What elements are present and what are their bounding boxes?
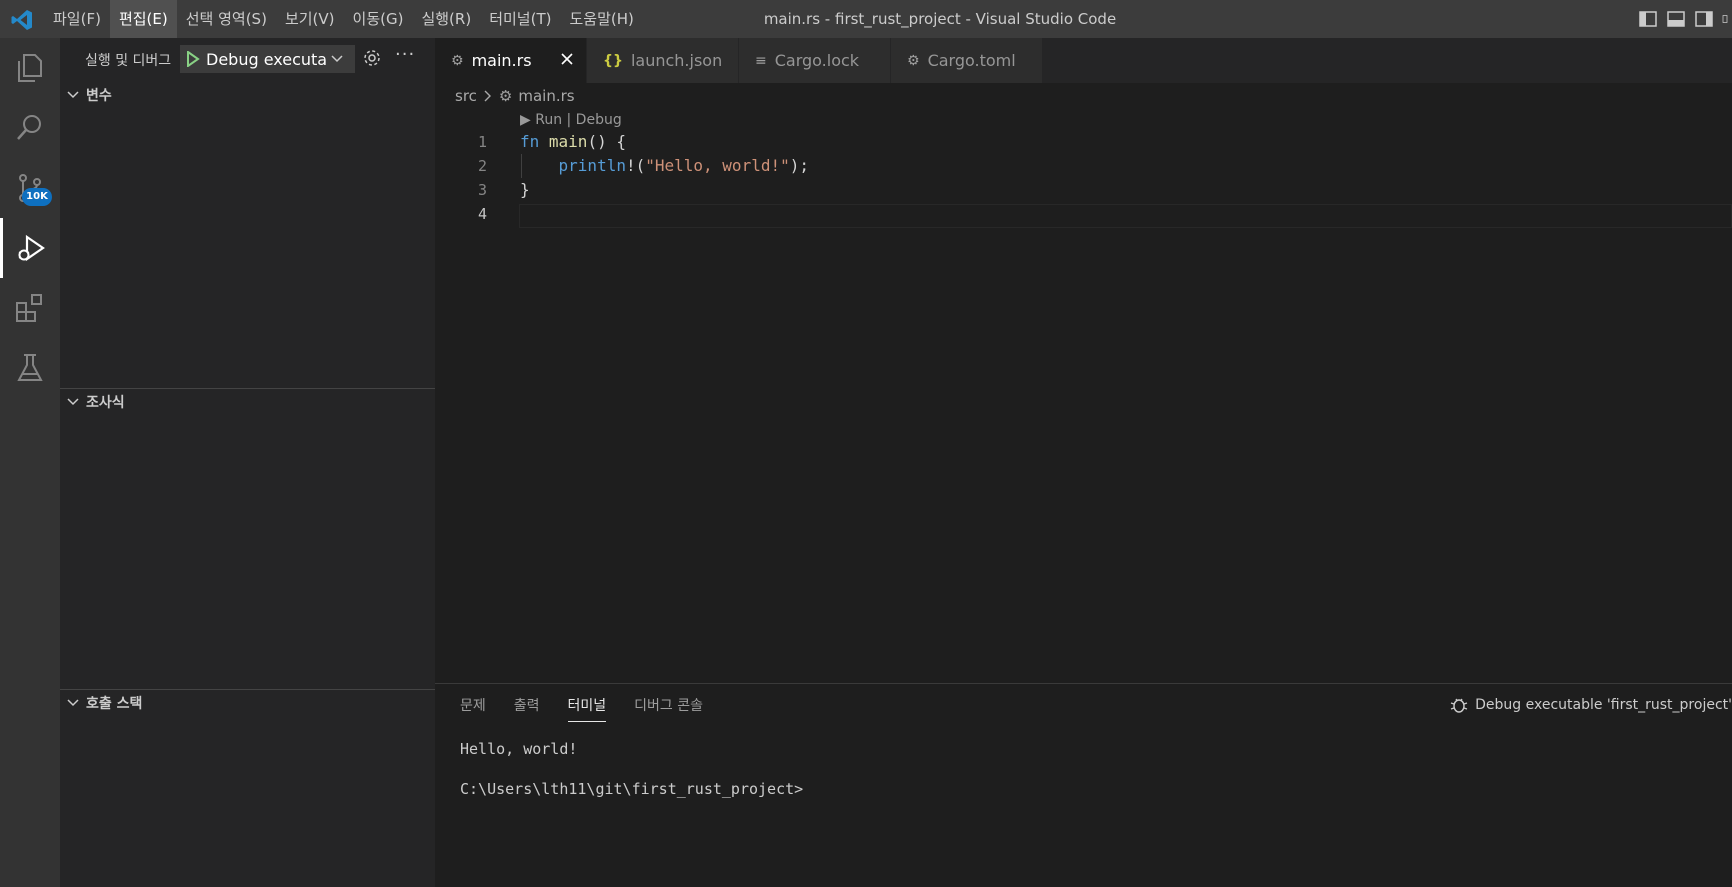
debug-config-select[interactable]: Debug executable 'first_rust_project' (180, 45, 355, 73)
window-title: main.rs - first_rust_project - Visual St… (763, 10, 1117, 28)
tab-launch-json[interactable]: {} launch.json (587, 38, 739, 83)
section-label: 조사식 (86, 395, 125, 411)
debug-bug-icon (1450, 698, 1468, 713)
code-text-area[interactable]: fn main() { println!("Hello, world!"); } (520, 130, 809, 226)
line-number-gutter: 1 2 3 4 (435, 130, 495, 226)
indent-token (520, 156, 559, 175)
tab-main-rs[interactable]: ⚙ main.rs (435, 38, 587, 83)
tab-label: launch.json (630, 51, 723, 70)
line-number: 2 (477, 157, 487, 175)
section-label: 변수 (86, 88, 112, 104)
tab-label: main.rs (471, 51, 532, 70)
line-number: 1 (477, 133, 487, 151)
call-stack-section-header[interactable]: 호출 스택 (60, 690, 435, 716)
menu-help[interactable]: 도움말(H) (560, 0, 642, 38)
menu-edit[interactable]: 편집(E) (109, 0, 177, 38)
terminal-prompt: C:\Users\lth11\git\first_rust_project> (460, 780, 804, 798)
menu-run[interactable]: 실행(R) (412, 0, 480, 38)
terminal-output[interactable]: Hello, world! C:\Users\lth11\git\first_r… (460, 739, 803, 819)
line-number: 3 (477, 181, 487, 199)
menu-bar: 파일(F) 편집(E) 선택 영역(S) 보기(V) 이동(G) 실행(R) 터… (44, 0, 643, 38)
vscode-logo-icon (11, 10, 32, 30)
tab-terminal[interactable]: 터미널 (567, 694, 607, 722)
menu-view[interactable]: 보기(V) (276, 0, 344, 38)
punctuation-token: ); (789, 156, 809, 175)
chevron-down-icon (67, 699, 79, 707)
rust-icon: ⚙ (451, 52, 464, 69)
more-actions-icon[interactable]: ··· (395, 44, 415, 65)
bottom-panel: 문제 출력 터미널 디버그 콘솔 Debug executable 'first… (435, 683, 1732, 887)
toggle-primary-sidebar-icon[interactable] (1638, 9, 1658, 29)
toggle-secondary-sidebar-icon[interactable] (1694, 9, 1714, 29)
layout-controls (1638, 9, 1732, 29)
tab-problems[interactable]: 문제 (460, 694, 486, 722)
terminal-session-label: Debug executable 'first_rust_project' (1475, 697, 1732, 713)
code-line: println!("Hello, world!"); (520, 154, 809, 178)
terminal-session-select[interactable]: Debug executable 'first_rust_project' (1449, 695, 1732, 715)
variables-section-header[interactable]: 변수 (60, 82, 435, 108)
tab-cargo-toml[interactable]: ⚙ Cargo.toml (891, 38, 1043, 83)
punctuation-token: } (520, 180, 530, 199)
function-name-token: main (548, 132, 588, 151)
breadcrumb-folder[interactable]: src (455, 87, 477, 105)
breadcrumb-file[interactable]: main.rs (518, 87, 574, 105)
menu-file[interactable]: 파일(F) (44, 0, 110, 38)
extensions-icon[interactable] (0, 278, 60, 338)
gear-icon[interactable] (362, 48, 382, 68)
title-bar: 파일(F) 편집(E) 선택 영역(S) 보기(V) 이동(G) 실행(R) 터… (0, 0, 1732, 38)
json-icon: {} (603, 52, 623, 69)
tab-label: Cargo.toml (927, 51, 1016, 70)
menu-selection[interactable]: 선택 영역(S) (177, 0, 276, 38)
run-debug-sidebar: 실행 및 디버그 Debug executable 'first_rust_pr… (60, 38, 435, 887)
section-label: 호출 스택 (86, 696, 143, 712)
terminal-line: Hello, world! (460, 740, 578, 758)
keyword-token: fn (520, 132, 540, 151)
testing-icon[interactable] (0, 338, 60, 398)
gear-icon: ⚙ (907, 52, 920, 69)
menu-terminal[interactable]: 터미널(T) (480, 0, 560, 38)
scm-badge: 10K (22, 188, 52, 206)
customize-layout-icon[interactable] (1722, 9, 1732, 29)
chevron-down-icon (326, 54, 348, 64)
chevron-down-icon (67, 91, 79, 99)
tab-cargo-lock[interactable]: ≡ Cargo.lock (739, 38, 891, 83)
tab-debug-console[interactable]: 디버그 콘솔 (634, 694, 703, 722)
code-line: fn main() { (520, 130, 809, 154)
punctuation-token: !( (625, 156, 646, 175)
sidebar-title: 실행 및 디버그 (85, 53, 172, 69)
editor-area: ⚙ main.rs {} launch.json ≡ Cargo.lock ⚙ … (435, 38, 1732, 683)
search-icon[interactable] (0, 98, 60, 158)
panel-tabs: 문제 출력 터미널 디버그 콘솔 (460, 694, 703, 722)
activity-bar: 10K (0, 38, 60, 887)
rust-icon: ⚙ (498, 87, 513, 105)
explorer-icon[interactable] (0, 38, 60, 98)
watch-section-header[interactable]: 조사식 (60, 389, 435, 415)
menu-go[interactable]: 이동(G) (344, 0, 413, 38)
punctuation-token: () { (587, 132, 626, 151)
editor-tabs: ⚙ main.rs {} launch.json ≡ Cargo.lock ⚙ … (435, 38, 1732, 83)
close-icon[interactable] (558, 50, 576, 68)
breadcrumb: src ⚙ main.rs (455, 84, 575, 108)
run-and-debug-icon[interactable] (0, 218, 60, 278)
toggle-panel-icon[interactable] (1666, 9, 1686, 29)
chevron-right-icon (484, 90, 491, 102)
chevron-down-icon (67, 398, 79, 406)
run-debug-codelens[interactable]: ▶ Run | Debug (520, 112, 622, 128)
macro-token: println (558, 156, 626, 175)
sidebar-header: 실행 및 디버그 Debug executable 'first_rust_pr… (60, 38, 435, 83)
code-line: } (520, 178, 809, 202)
tab-output[interactable]: 출력 (514, 694, 540, 722)
start-debugging-icon[interactable] (180, 51, 206, 67)
tab-label: Cargo.lock (774, 51, 860, 70)
line-number: 4 (477, 205, 487, 223)
string-token: "Hello, world!" (645, 156, 790, 175)
lines-icon: ≡ (755, 52, 767, 69)
debug-config-label: Debug executable 'first_rust_project' (206, 49, 326, 69)
